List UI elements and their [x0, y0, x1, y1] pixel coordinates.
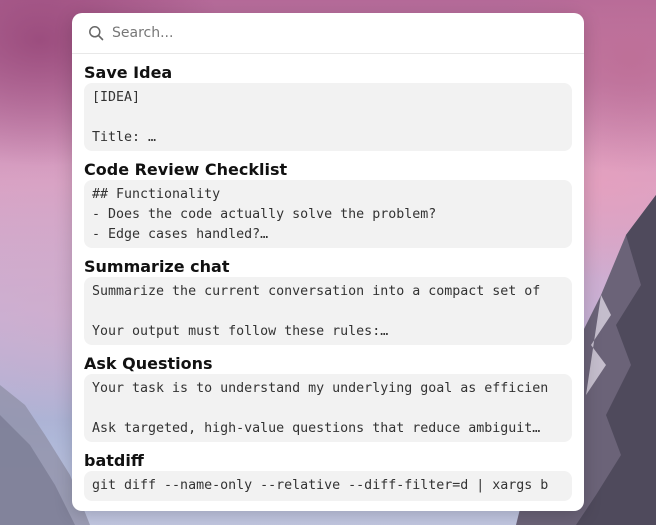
- results-list: Save Idea [IDEA] Title: … Code Review Ch…: [72, 63, 584, 501]
- result-preview: Summarize the current conversation into …: [84, 277, 572, 345]
- result-title: Summarize chat: [84, 257, 230, 276]
- result-preview: ## Functionality - Does the code actuall…: [84, 180, 572, 248]
- result-item-summarize-chat[interactable]: Summarize chat Summarize the current con…: [84, 257, 572, 345]
- result-title: Code Review Checklist: [84, 160, 288, 179]
- result-preview-text: Your task is to understand my underlying…: [92, 381, 549, 442]
- result-preview: [IDEA] Title: …: [84, 83, 572, 151]
- search-bar: [72, 13, 584, 54]
- command-palette: Save Idea [IDEA] Title: … Code Review Ch…: [72, 13, 584, 511]
- result-item-batdiff[interactable]: batdiff git diff --name-only --relative …: [84, 451, 572, 501]
- result-preview-text: git diff --name-only --relative --diff-f…: [92, 478, 549, 493]
- result-preview: Your task is to understand my underlying…: [84, 374, 572, 442]
- result-preview-text: [IDEA] Title: …: [92, 90, 157, 145]
- result-preview-text: ## Functionality - Does the code actuall…: [92, 187, 437, 248]
- result-item-code-review-checklist[interactable]: Code Review Checklist ## Functionality -…: [84, 160, 572, 248]
- result-title: Ask Questions: [84, 354, 213, 373]
- search-input[interactable]: [112, 25, 568, 41]
- result-item-save-idea[interactable]: Save Idea [IDEA] Title: …: [84, 63, 572, 151]
- search-icon: [89, 26, 104, 41]
- result-item-ask-questions[interactable]: Ask Questions Your task is to understand…: [84, 354, 572, 442]
- result-preview: git diff --name-only --relative --diff-f…: [84, 471, 572, 501]
- result-preview-text: Summarize the current conversation into …: [92, 284, 541, 339]
- result-title: batdiff: [84, 451, 144, 470]
- result-title: Save Idea: [84, 63, 173, 82]
